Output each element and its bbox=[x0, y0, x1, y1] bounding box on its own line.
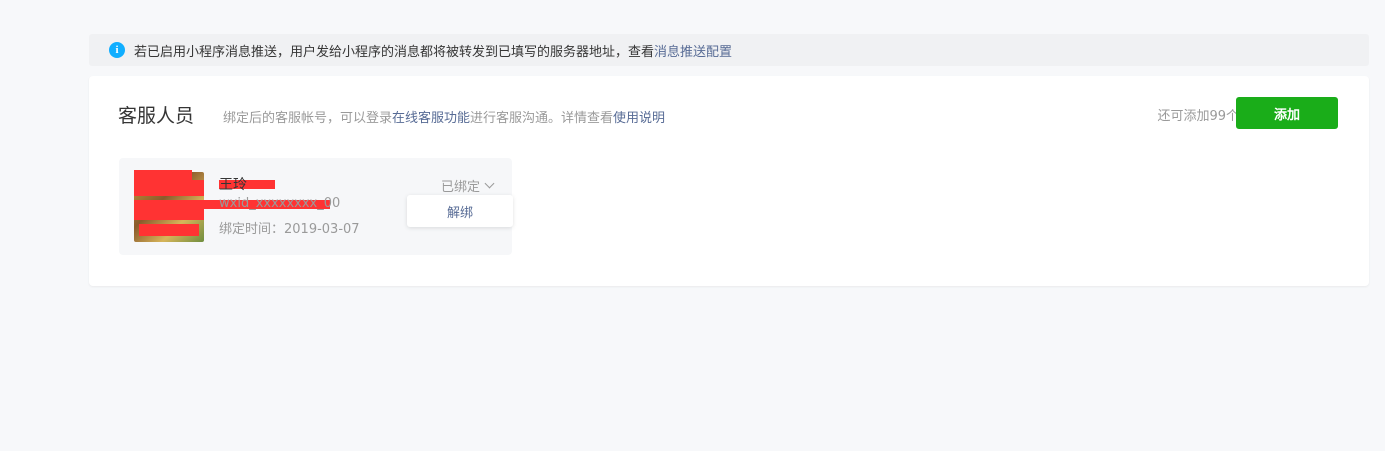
avatar-redaction bbox=[139, 224, 199, 236]
chevron-down-icon bbox=[484, 178, 495, 189]
staff-account: wxid_xxxxxxxx_00 bbox=[219, 196, 341, 211]
staff-bind-time: 绑定时间：2019-03-07 bbox=[219, 222, 360, 237]
section-description: 绑定后的客服帐号，可以登录在线客服功能进行客服沟通。详情查看使用说明 bbox=[223, 107, 665, 126]
online-service-link[interactable]: 在线客服功能 bbox=[392, 111, 470, 126]
add-button[interactable]: 添加 bbox=[1236, 97, 1338, 129]
desc-prefix: 绑定后的客服帐号，可以登录 bbox=[223, 111, 393, 126]
staff-name: 王玲 bbox=[219, 177, 247, 193]
bind-status-label: 已绑定 bbox=[441, 180, 481, 195]
section-title: 客服人员 bbox=[118, 105, 195, 127]
info-icon: i bbox=[109, 42, 125, 58]
remaining-count: 还可添加99个 bbox=[1157, 109, 1239, 124]
push-config-link[interactable]: 消息推送配置 bbox=[654, 41, 732, 60]
name-redaction bbox=[134, 170, 192, 180]
desc-middle: 进行客服沟通。详情查看 bbox=[470, 111, 614, 126]
unbind-menu-item[interactable]: 解绑 bbox=[407, 195, 513, 227]
avatar-redaction bbox=[134, 180, 204, 196]
usage-guide-link[interactable]: 使用说明 bbox=[613, 111, 665, 126]
customer-service-card: 客服人员 绑定后的客服帐号，可以登录在线客服功能进行客服沟通。详情查看使用说明 … bbox=[89, 76, 1369, 286]
bind-status-dropdown[interactable]: 已绑定 bbox=[441, 176, 495, 195]
notice-text: 若已启用小程序消息推送，用户发给小程序的消息都将被转发到已填写的服务器地址，查看 bbox=[134, 44, 655, 60]
notice-bar: i 若已启用小程序消息推送，用户发给小程序的消息都将被转发到已填写的服务器地址，… bbox=[89, 34, 1369, 66]
